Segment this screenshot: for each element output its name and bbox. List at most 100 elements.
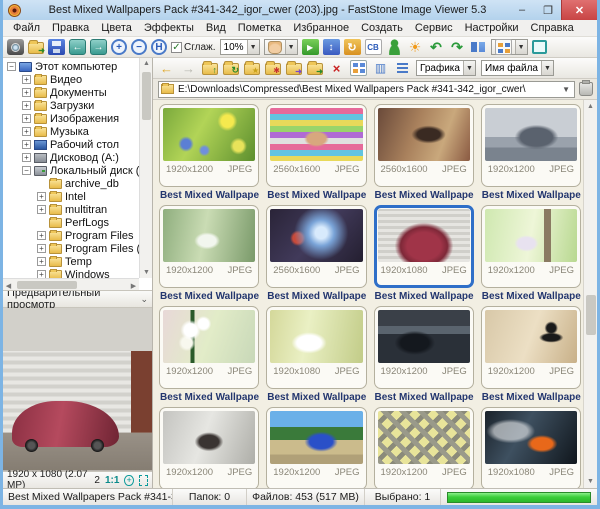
scroll-right-icon[interactable]: ▶ [128, 280, 139, 291]
zoom-out-icon[interactable]: − [131, 39, 147, 55]
scrollbar-thumb[interactable] [17, 281, 77, 289]
address-bar[interactable]: E:\Downloads\Compressed\Best Mixed Wallp… [158, 81, 575, 98]
scroll-down-icon[interactable]: ▼ [141, 267, 152, 278]
stripe-girl-image[interactable] [270, 108, 362, 161]
menu-item-3[interactable]: Цвета [95, 21, 138, 35]
chevron-down-icon[interactable]: ▼ [463, 61, 475, 75]
collapse-icon[interactable]: − [7, 62, 16, 71]
menu-item-10[interactable]: Настройки [459, 21, 525, 35]
tunnel-car-image[interactable] [378, 310, 470, 363]
tree-item-этот-компьютер[interactable]: −Этот компьютер [3, 60, 139, 73]
compare-icon[interactable] [470, 39, 487, 55]
bokeh-flowers-image[interactable] [163, 108, 255, 161]
next-image-icon[interactable]: → [90, 39, 107, 55]
red-mustang-image[interactable] [378, 209, 470, 262]
chevron-down-icon[interactable]: ▼ [285, 40, 297, 54]
tree-item-загрузки[interactable]: +Загрузки [3, 99, 139, 112]
thumbnail-card-selected[interactable]: 1920x1080JPEG [374, 205, 474, 288]
chevron-down-icon[interactable]: ▼ [247, 40, 259, 54]
moto-girl-image[interactable] [163, 411, 255, 464]
scrollbar-thumb[interactable] [142, 72, 151, 120]
tree-item-windows[interactable]: +Windows [3, 268, 139, 278]
expand-icon[interactable]: + [22, 101, 31, 110]
red-eye-icon[interactable] [386, 39, 403, 55]
scroll-up-icon[interactable]: ▲ [141, 58, 152, 69]
expand-icon[interactable]: + [22, 114, 31, 123]
chevron-down-icon[interactable]: ▼ [541, 61, 553, 75]
fullscreen-icon[interactable] [532, 40, 547, 54]
zoom-in-icon[interactable]: + [111, 39, 127, 55]
trash-icon[interactable] [579, 82, 593, 96]
nav-back-icon[interactable] [158, 60, 175, 76]
tree-item-program-files-x86-[interactable]: +Program Files (x86) [3, 242, 139, 255]
tree-item-музыка[interactable]: +Музыка [3, 125, 139, 138]
select-region-icon[interactable] [139, 475, 148, 486]
tree-horizontal-scrollbar[interactable]: ◀ ▶ [3, 278, 139, 290]
thumbnail-card[interactable]: 1920x1200JPEG [374, 407, 474, 488]
expand-icon[interactable]: + [22, 88, 31, 97]
move-to-folder-icon[interactable] [307, 63, 323, 75]
layout-grid-dropdown[interactable]: ▼ [491, 39, 528, 55]
menu-item-7[interactable]: Избранное [287, 21, 355, 35]
scroll-down-icon[interactable]: ▼ [585, 476, 596, 487]
expand-icon[interactable]: + [22, 140, 31, 149]
menu-item-6[interactable]: Пометка [232, 21, 288, 35]
tree-item-рабочий-стол[interactable]: +Рабочий стол [3, 138, 139, 151]
lossless-crop-icon[interactable]: + [124, 475, 133, 486]
expand-icon[interactable]: + [22, 153, 31, 162]
save-icon[interactable] [48, 39, 65, 55]
tree-item-intel[interactable]: +Intel [3, 190, 139, 203]
bird-branch-image[interactable] [485, 310, 577, 363]
thumbnail-card[interactable]: 1920x1200JPEG [159, 104, 259, 187]
prev-image-icon[interactable]: ← [69, 39, 86, 55]
file-filter-dropdown[interactable]: Графика▼ [416, 60, 476, 76]
blue-car-image[interactable] [270, 411, 362, 464]
scroll-left-icon[interactable]: ◀ [3, 280, 14, 291]
rotate-right-icon[interactable] [449, 39, 466, 55]
menu-item-1[interactable]: Файл [7, 21, 46, 35]
rotate-left-icon[interactable] [428, 39, 445, 55]
expand-icon[interactable]: + [37, 257, 46, 266]
thumbnail-card[interactable]: 1920x1200JPEG [374, 306, 474, 389]
thumbnail-card[interactable]: 1920x1200JPEG [481, 104, 581, 187]
favorites-folder-icon[interactable] [244, 63, 260, 75]
smoothing-checkbox[interactable]: ✓Сглаж. [171, 42, 216, 53]
expand-icon[interactable]: + [37, 270, 46, 278]
gun-girl-image[interactable] [378, 108, 470, 161]
up-folder-icon[interactable] [202, 63, 218, 75]
checkbox-icon[interactable]: ✓ [171, 42, 182, 53]
diamond-pattern-image[interactable] [378, 411, 470, 464]
tree-item-multitran[interactable]: +multitran [3, 203, 139, 216]
thumbnail-card[interactable]: 1920x1080JPEG [481, 407, 581, 488]
thumbnail-card[interactable]: 1920x1200JPEG [159, 306, 259, 389]
preview-image[interactable] [3, 351, 152, 471]
adjust-colors-icon[interactable] [407, 39, 424, 55]
camera-acquire-icon[interactable] [7, 39, 24, 55]
thumbnails-scrollbar[interactable]: ▲ ▼ [583, 100, 597, 488]
race-crash-image[interactable] [485, 411, 577, 464]
collapse-icon[interactable]: − [22, 166, 31, 175]
tree-item-program-files[interactable]: +Program Files [3, 229, 139, 242]
menu-item-2[interactable]: Правка [46, 21, 95, 35]
menu-item-8[interactable]: Создать [355, 21, 409, 35]
hand-tool-dropdown[interactable]: ▼ [264, 39, 298, 55]
maximize-button[interactable]: ❐ [535, 0, 561, 20]
bride-field-image[interactable] [270, 310, 362, 363]
copy-to-folder-icon[interactable] [286, 63, 302, 75]
view-thumbs-icon[interactable] [350, 60, 367, 76]
chevron-down-icon[interactable]: ▼ [515, 40, 527, 54]
tree-item-видео[interactable]: +Видео [3, 73, 139, 86]
thumbnail-card[interactable]: 2560x1600JPEG [374, 104, 474, 187]
park-girl-image[interactable] [163, 209, 255, 262]
expand-icon[interactable]: + [37, 192, 46, 201]
thumbnail-card[interactable]: 2560x1600JPEG [266, 205, 366, 288]
minimize-button[interactable]: – [509, 0, 535, 20]
current-path[interactable]: E:\Downloads\Compressed\Best Mixed Wallp… [178, 84, 558, 95]
delete-icon[interactable] [328, 60, 345, 76]
convert-icon[interactable] [344, 39, 361, 55]
tree-item-temp[interactable]: +Temp [3, 255, 139, 268]
menu-item-4[interactable]: Эффекты [138, 21, 200, 35]
expand-icon[interactable]: + [37, 231, 46, 240]
nav-forward-icon[interactable] [180, 60, 197, 76]
copy-move-icon[interactable] [323, 39, 340, 55]
